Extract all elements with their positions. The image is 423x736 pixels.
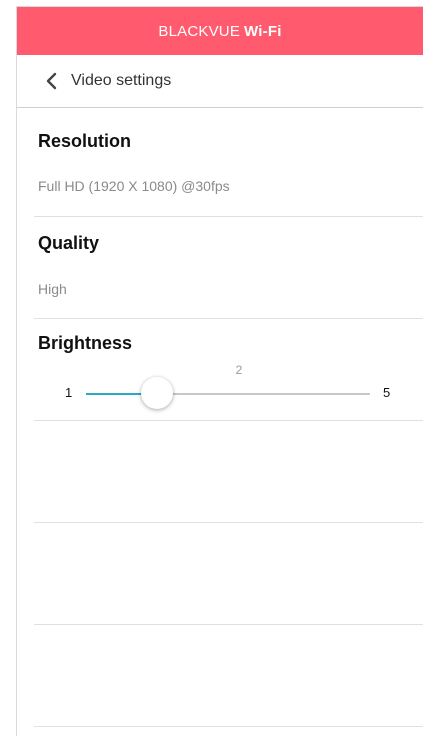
empty-row (34, 523, 423, 625)
setting-resolution[interactable]: Resolution Full HD (1920 X 1080) @30fps (34, 109, 423, 217)
brand-wifi: Wi-Fi (244, 22, 282, 40)
brightness-slider-thumb[interactable] (141, 377, 173, 409)
page-title: Video settings (71, 72, 172, 89)
brightness-slider[interactable] (86, 377, 370, 409)
nav-bar: Video settings (17, 55, 423, 108)
setting-quality-title: Quality (38, 233, 100, 253)
brightness-max-label: 5 (383, 385, 391, 400)
brightness-current-value: 2 (235, 363, 243, 377)
chevron-left-icon (46, 72, 57, 90)
setting-resolution-title: Resolution (38, 131, 131, 151)
app-header: BLACKVUE Wi-Fi (17, 7, 423, 55)
setting-quality-value: High (38, 281, 67, 297)
empty-row (34, 421, 423, 523)
setting-brightness-title: Brightness (38, 333, 133, 353)
brand-name: BLACKVUE (158, 22, 241, 40)
setting-resolution-value: Full HD (1920 X 1080) @30fps (38, 178, 230, 194)
setting-quality[interactable]: Quality High (34, 217, 423, 319)
brightness-min-label: 1 (65, 385, 73, 400)
setting-brightness: Brightness 2 1 5 (34, 319, 423, 421)
back-button[interactable] (17, 55, 57, 107)
empty-row (34, 625, 423, 727)
app-frame: BLACKVUE Wi-Fi Video settings Resolution… (16, 6, 423, 736)
